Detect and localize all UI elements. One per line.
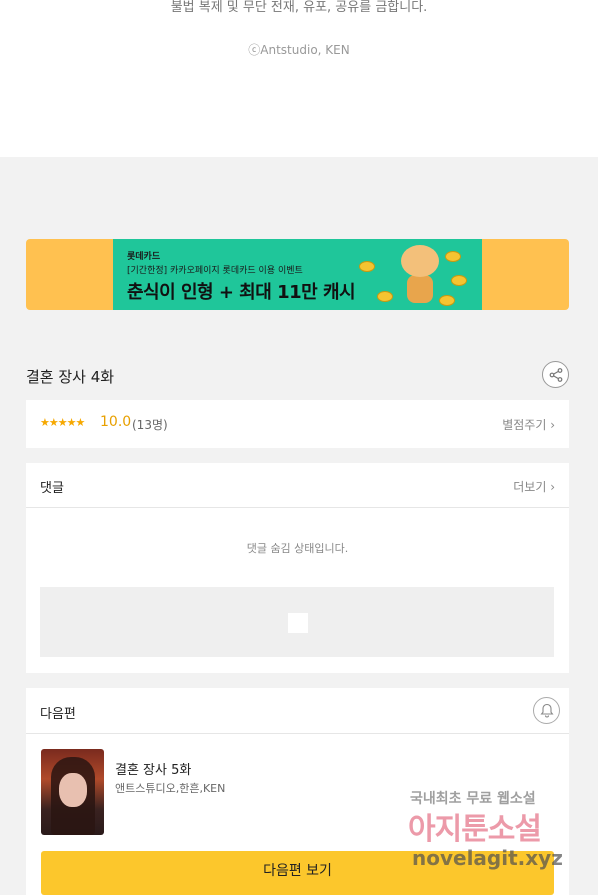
rating-value: 10.0: [100, 414, 132, 430]
site-watermark: 국내최초 무료 웹소설 아지툰소설 novelagit.xyz: [408, 788, 578, 876]
watermark-url: novelagit.xyz: [412, 846, 563, 870]
bell-icon: [539, 703, 554, 718]
content-footer-area: [0, 0, 598, 157]
next-episode-authors: 앤트스튜디오,한흔,KEN: [115, 782, 226, 795]
coin-icon: [445, 251, 461, 262]
coin-icon: [359, 261, 375, 272]
ad-placeholder[interactable]: [40, 587, 554, 657]
copy-notice: 불법 복제 및 무단 전재, 유포, 공유를 금합니다.: [170, 0, 428, 15]
comments-title: 댓글: [40, 481, 64, 496]
comments-card: 댓글 더보기 › 댓글 숨김 상태입니다.: [26, 463, 569, 673]
comments-header: 댓글 더보기 ›: [26, 463, 569, 508]
promo-banner-content[interactable]: 롯데카드 [기간한정] 카카오페이지 롯데카드 이용 이벤트 춘식이 인형 + …: [113, 239, 482, 310]
next-episode-name[interactable]: 결혼 장사 5화: [115, 759, 191, 778]
image-placeholder-icon: [288, 613, 308, 633]
coin-icon: [451, 275, 467, 286]
banner-subtitle: [기간한정] 카카오페이지 롯데카드 이용 이벤트: [127, 266, 303, 276]
comments-hidden-message: 댓글 숨김 상태입니다.: [246, 542, 349, 555]
rating-card: ★★★★★ 10.0 (13명) 별점주기 ›: [26, 400, 569, 448]
promo-banner[interactable]: 롯데카드 [기간한정] 카카오페이지 롯데카드 이용 이벤트 춘식이 인형 + …: [26, 239, 569, 310]
rate-button[interactable]: 별점주기 ›: [502, 416, 555, 433]
watermark-logo: 아지툰소설: [408, 812, 542, 847]
comments-more-link[interactable]: 더보기 ›: [513, 478, 555, 495]
notification-button[interactable]: [533, 697, 560, 724]
coin-icon: [439, 295, 455, 306]
share-button[interactable]: [542, 361, 569, 388]
rating-stars: ★★★★★: [40, 416, 85, 429]
character-illustration: [399, 245, 441, 305]
episode-title: 결혼 장사 4화: [26, 368, 115, 386]
share-icon: [549, 367, 562, 382]
rating-count: (13명): [132, 418, 168, 432]
next-episode-title: 다음편: [40, 707, 76, 722]
coin-icon: [377, 291, 393, 302]
banner-headline: 춘식이 인형 + 최대 11만 캐시: [127, 282, 356, 303]
banner-brand: 롯데카드: [127, 252, 161, 262]
next-episode-thumbnail[interactable]: [41, 749, 104, 835]
copyright-text: ⓒAntstudio, KEN: [248, 43, 350, 57]
next-episode-header: 다음편: [26, 688, 569, 734]
